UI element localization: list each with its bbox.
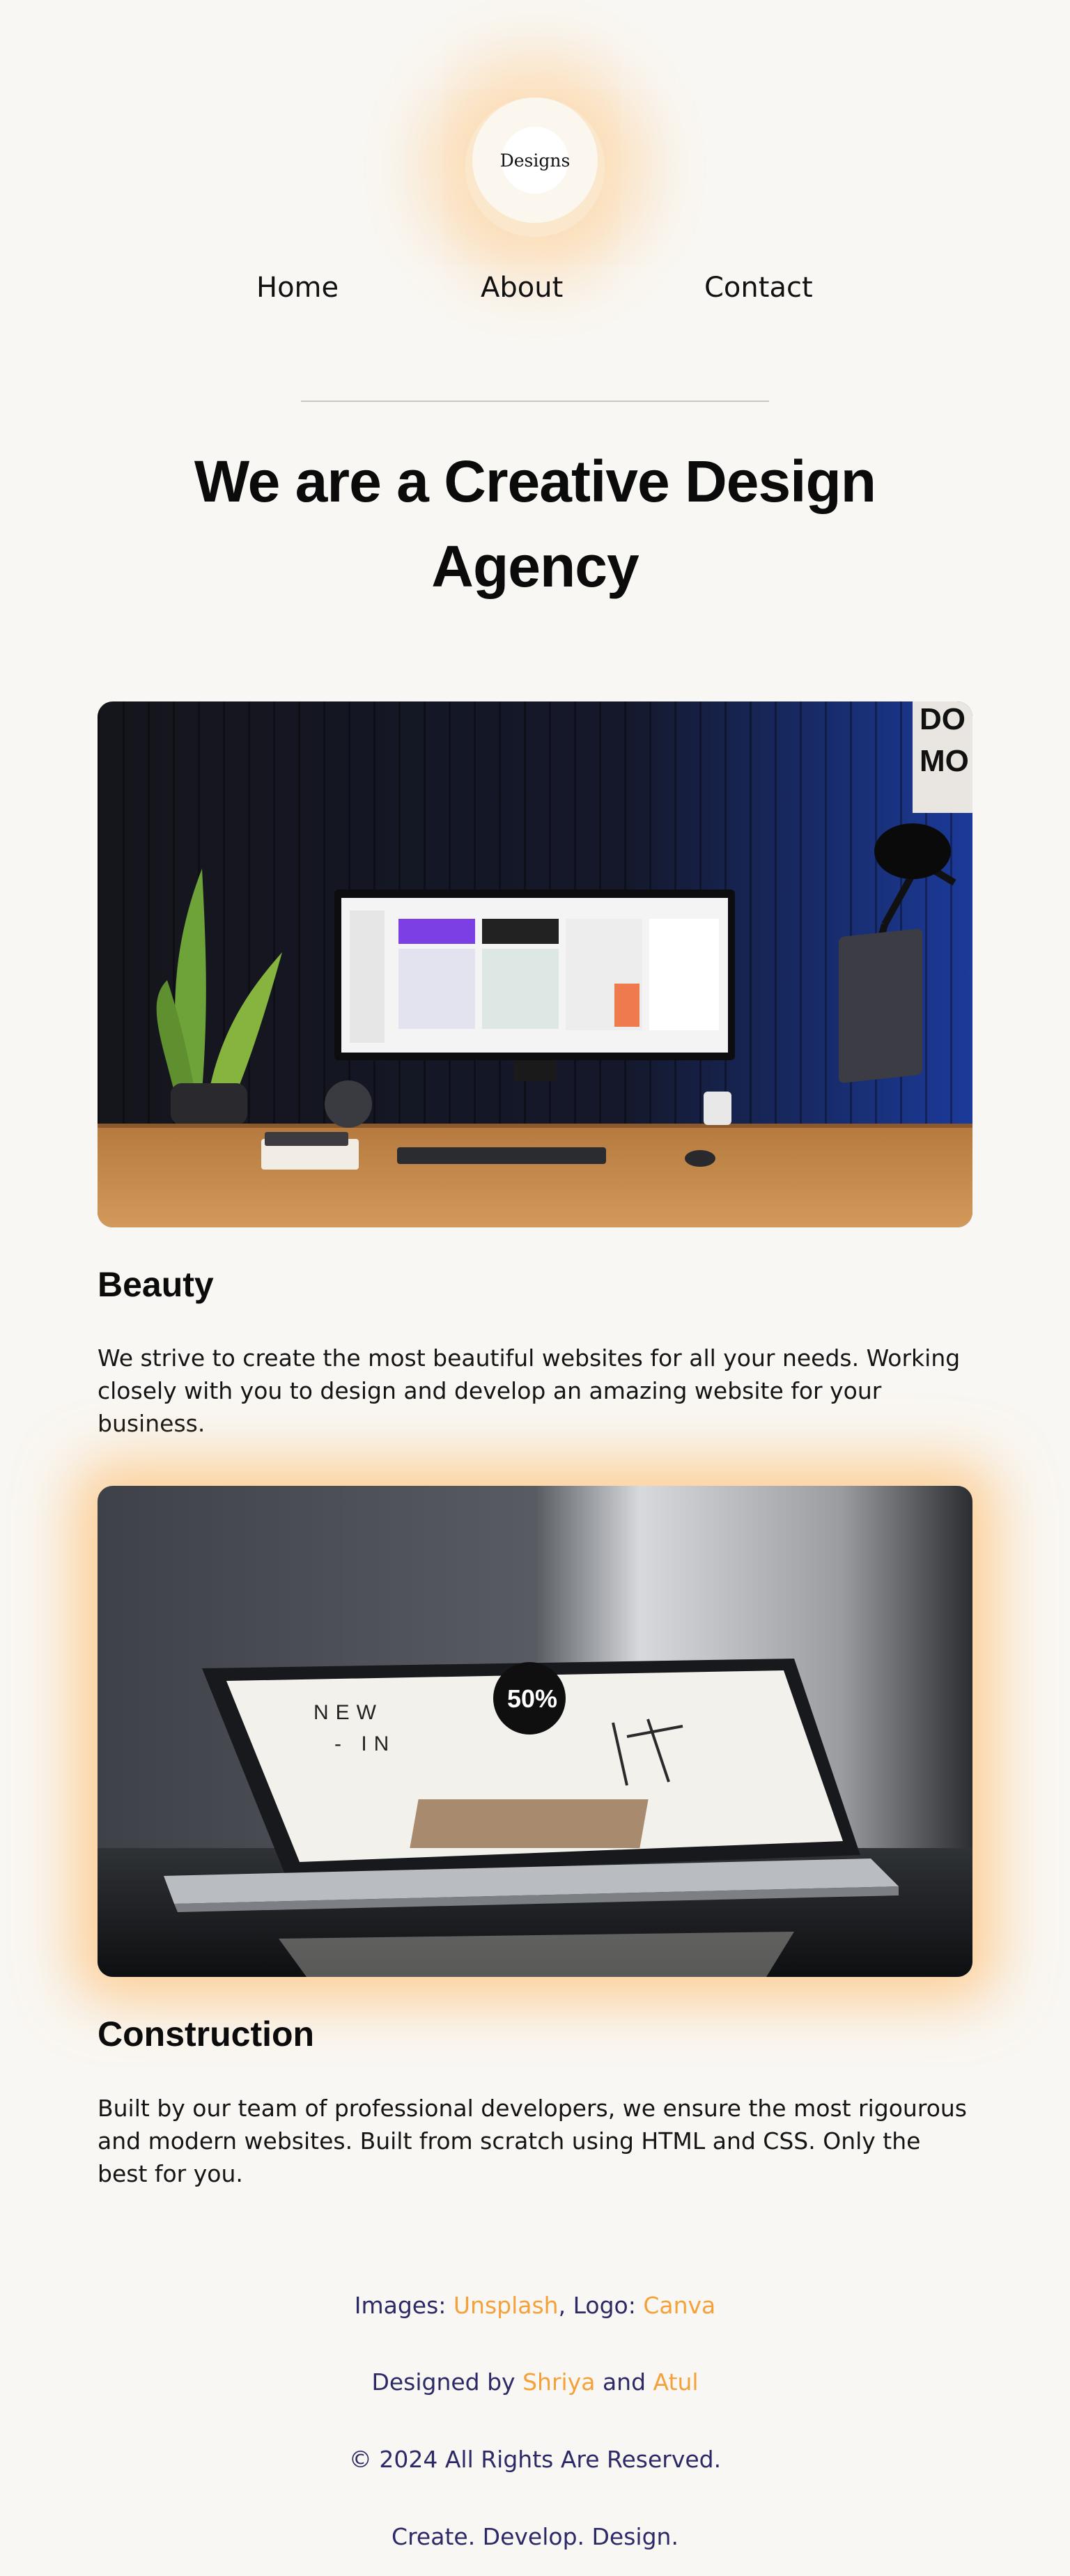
svg-text:- IN: - IN: [334, 1732, 396, 1755]
section-title-construction: Construction: [98, 2015, 315, 2054]
footer-tagline: Create. Develop. Design.: [391, 2523, 679, 2550]
nav-contact-link[interactable]: Contact: [704, 272, 813, 304]
nav-home-link[interactable]: Home: [256, 272, 339, 304]
designs-logo-icon: Designs: [499, 127, 571, 194]
hero-title-line1: We are a Creative Design: [194, 449, 876, 514]
designers-and-label: and: [595, 2368, 653, 2396]
hero-title: We are a Creative Design Agency: [139, 439, 931, 609]
section-text-beauty: We strive to create the most beautiful w…: [98, 1344, 961, 1437]
svg-text:DO: DO: [920, 702, 966, 736]
footer-copyright: © 2024 All Rights Are Reserved.: [348, 2446, 722, 2473]
logo-text: Designs: [499, 150, 571, 171]
credits-logo-label: , Logo:: [558, 2292, 644, 2319]
section-title-beauty: Beauty: [98, 1265, 214, 1304]
svg-text:50%: 50%: [507, 1684, 557, 1713]
hero-title-line2: Agency: [431, 534, 639, 599]
designer-shriya-link[interactable]: Shriya: [522, 2368, 595, 2396]
nav-about-link[interactable]: About: [481, 272, 563, 304]
site-logo[interactable]: Designs: [472, 98, 598, 223]
svg-text:NEW: NEW: [313, 1701, 383, 1724]
designed-by-label: Designed by: [371, 2368, 523, 2396]
laptop-image: 50% NEW - IN: [98, 1486, 972, 1977]
section-text-construction: Built by our team of professional develo…: [98, 2095, 967, 2187]
header-divider: [301, 401, 769, 402]
footer-credits: Images: Unsplash, Logo: Canva: [0, 2292, 1070, 2319]
footer-designers: Designed by Shriya and Atul: [0, 2368, 1070, 2396]
main-nav: Home About Contact: [0, 272, 1070, 313]
svg-text:MO: MO: [920, 744, 969, 778]
designer-atul-link[interactable]: Atul: [653, 2368, 699, 2396]
canva-link[interactable]: Canva: [643, 2292, 715, 2319]
credits-images-label: Images:: [354, 2292, 453, 2319]
desk-setup-image: DO MO: [98, 701, 972, 1227]
unsplash-link[interactable]: Unsplash: [453, 2292, 559, 2319]
